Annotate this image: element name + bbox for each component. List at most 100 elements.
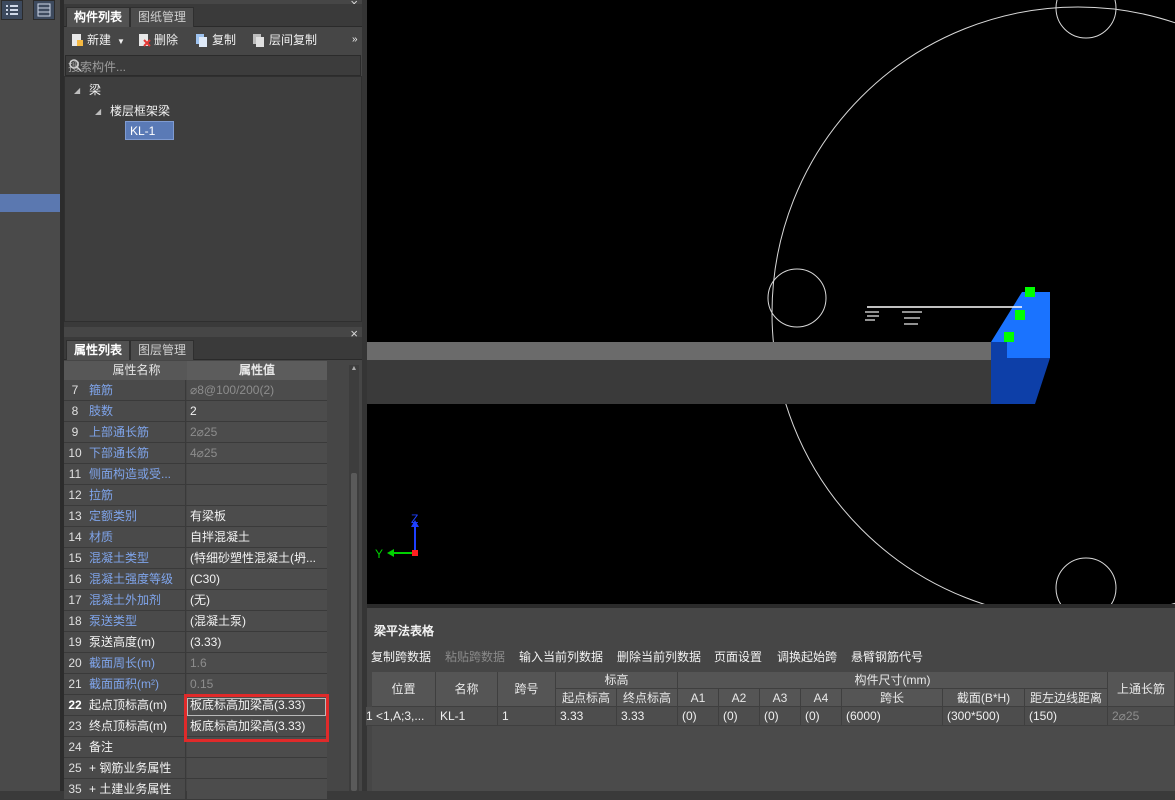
page-setup-button[interactable]: 页面设置 [714, 648, 762, 665]
property-row[interactable]: 25 + 钢筋业务属性 [64, 758, 327, 779]
header-end-elevation[interactable]: 终点标高 [617, 689, 678, 707]
property-value[interactable]: (无) [187, 590, 327, 610]
property-row[interactable]: 20 截面周长(m) 1.6 [64, 653, 327, 674]
cell-a1[interactable]: (0) [678, 707, 719, 726]
property-row[interactable]: 7 箍筋 ⌀8@100/200(2) [64, 380, 327, 401]
viewport-canvas[interactable]: Z Y [367, 0, 1175, 604]
property-row[interactable]: 13 定额类别 有梁板 [64, 506, 327, 527]
delete-button[interactable]: 删除 [137, 29, 178, 51]
drawing-viewport[interactable]: Z Y [367, 0, 1175, 604]
property-row[interactable]: 16 混凝土强度等级 (C30) [64, 569, 327, 590]
grip-point[interactable] [1025, 287, 1035, 297]
header-name[interactable]: 名称 [436, 672, 498, 707]
cell-top-rebar[interactable]: 2⌀25 [1108, 707, 1175, 726]
copy-span-data-button[interactable]: 复制跨数据 [371, 648, 431, 665]
header-a2[interactable]: A2 [719, 689, 760, 707]
property-row[interactable]: 12 拉筋 [64, 485, 327, 506]
header-property-value[interactable]: 属性值 [187, 361, 327, 380]
cell-a3[interactable]: (0) [760, 707, 801, 726]
header-a4[interactable]: A4 [801, 689, 842, 707]
beam-side-face[interactable] [367, 360, 991, 404]
tree-node-floor-frame-beam[interactable]: 楼层框架梁 [110, 102, 170, 119]
property-value[interactable] [187, 464, 327, 484]
property-row[interactable]: 18 泵送类型 (混凝土泵) [64, 611, 327, 632]
cell-name[interactable]: KL-1 [436, 707, 498, 726]
property-value[interactable]: (混凝土泵) [187, 611, 327, 631]
header-top-rebar[interactable]: 上通长筋 [1108, 672, 1175, 707]
copy-button[interactable]: 复制 [195, 29, 236, 51]
tab-component-list[interactable]: 构件列表 [66, 7, 131, 27]
input-column-data-button[interactable]: 输入当前列数据 [519, 648, 603, 665]
cell-left-offset[interactable]: (150) [1025, 707, 1108, 726]
grip-point[interactable] [1015, 310, 1025, 320]
search-input[interactable]: 搜索构件... [65, 55, 361, 76]
cantilever-rebar-code-button[interactable]: 悬臂钢筋代号 [851, 648, 923, 665]
cell-span-no[interactable]: 1 [498, 707, 556, 726]
property-value[interactable] [187, 779, 327, 799]
cell-section[interactable]: (300*500) [943, 707, 1025, 726]
grip-point[interactable] [1004, 332, 1014, 342]
property-row[interactable]: 8 肢数 2 [64, 401, 327, 422]
tab-property-list[interactable]: 属性列表 [66, 340, 131, 360]
collapse-triangle-icon[interactable]: ◢ [74, 86, 80, 95]
header-left-offset[interactable]: 距左边线距离 [1025, 689, 1108, 707]
properties-scrollbar[interactable]: ▲ [349, 365, 359, 791]
tab-layer-management[interactable]: 图层管理 [130, 340, 195, 360]
property-value[interactable] [187, 758, 327, 778]
collapse-triangle-icon[interactable]: ◢ [95, 107, 101, 116]
left-selected-row[interactable] [0, 194, 60, 212]
property-row[interactable]: 19 泵送高度(m) (3.33) [64, 632, 327, 653]
property-row[interactable]: 35 + 土建业务属性 [64, 779, 327, 800]
property-value[interactable]: 1.6 [187, 653, 327, 673]
cell-end-elevation[interactable]: 3.33 [617, 707, 678, 726]
property-value[interactable]: 0.15 [187, 674, 327, 694]
header-position[interactable]: 位置 [372, 672, 436, 707]
tree-node-kl1[interactable]: KL-1 [125, 121, 174, 140]
table-view-icon[interactable] [33, 0, 55, 20]
cell-position[interactable]: 1 <1,A;3,... [366, 707, 436, 726]
beam-top-face[interactable] [367, 342, 1007, 360]
property-value[interactable]: ⌀8@100/200(2) [187, 380, 327, 400]
property-row[interactable]: 14 材质 自拌混凝土 [64, 527, 327, 548]
property-row[interactable]: 10 下部通长筋 4⌀25 [64, 443, 327, 464]
tab-drawing-management[interactable]: 图纸管理 [130, 7, 195, 27]
cell-span-length[interactable]: (6000) [842, 707, 943, 726]
delete-column-data-button[interactable]: 删除当前列数据 [617, 648, 701, 665]
tree-node-beam[interactable]: 梁 [89, 81, 101, 98]
property-row[interactable]: 21 截面面积(m²) 0.15 [64, 674, 327, 695]
header-property-name[interactable]: 属性名称 [86, 361, 188, 380]
property-value[interactable] [187, 485, 327, 505]
header-section[interactable]: 截面(B*H) [943, 689, 1025, 707]
header-a3[interactable]: A3 [760, 689, 801, 707]
panel-title: 梁平法表格 [374, 624, 435, 638]
cell-a2[interactable]: (0) [719, 707, 760, 726]
floor-copy-button[interactable]: 层间复制 [252, 29, 317, 51]
chevron-down-icon[interactable]: ▼ [117, 37, 125, 46]
new-button[interactable]: 新建 ▼ [70, 29, 125, 51]
scrollbar-thumb[interactable] [351, 473, 357, 791]
cell-a4[interactable]: (0) [801, 707, 842, 726]
list-view-icon[interactable] [1, 0, 23, 20]
property-value[interactable]: 2⌀25 [187, 422, 327, 442]
cell-start-elevation[interactable]: 3.33 [556, 707, 617, 726]
header-span-no[interactable]: 跨号 [498, 672, 556, 707]
property-value[interactable]: 4⌀25 [187, 443, 327, 463]
property-value[interactable]: (C30) [187, 569, 327, 589]
more-tools-icon[interactable]: » [352, 29, 358, 51]
property-value[interactable]: 自拌混凝土 [187, 527, 327, 547]
property-value[interactable]: 2 [187, 401, 327, 421]
property-value[interactable]: (3.33) [187, 632, 327, 652]
property-row[interactable]: 15 混凝土类型 (特细砂塑性混凝土(坍... [64, 548, 327, 569]
paste-span-data-button[interactable]: 粘贴跨数据 [445, 648, 505, 665]
header-a1[interactable]: A1 [678, 689, 719, 707]
property-value[interactable]: 有梁板 [187, 506, 327, 526]
property-row[interactable]: 17 混凝土外加剂 (无) [64, 590, 327, 611]
search-icon[interactable] [68, 58, 356, 75]
property-row[interactable]: 9 上部通长筋 2⌀25 [64, 422, 327, 443]
header-start-elevation[interactable]: 起点标高 [556, 689, 617, 707]
swap-start-span-button[interactable]: 调换起始跨 [777, 648, 837, 665]
header-span-length[interactable]: 跨长 [842, 689, 943, 707]
property-value[interactable]: (特细砂塑性混凝土(坍... [187, 548, 327, 568]
property-row[interactable]: 11 侧面构造或受... [64, 464, 327, 485]
scroll-up-icon[interactable]: ▲ [349, 365, 359, 375]
